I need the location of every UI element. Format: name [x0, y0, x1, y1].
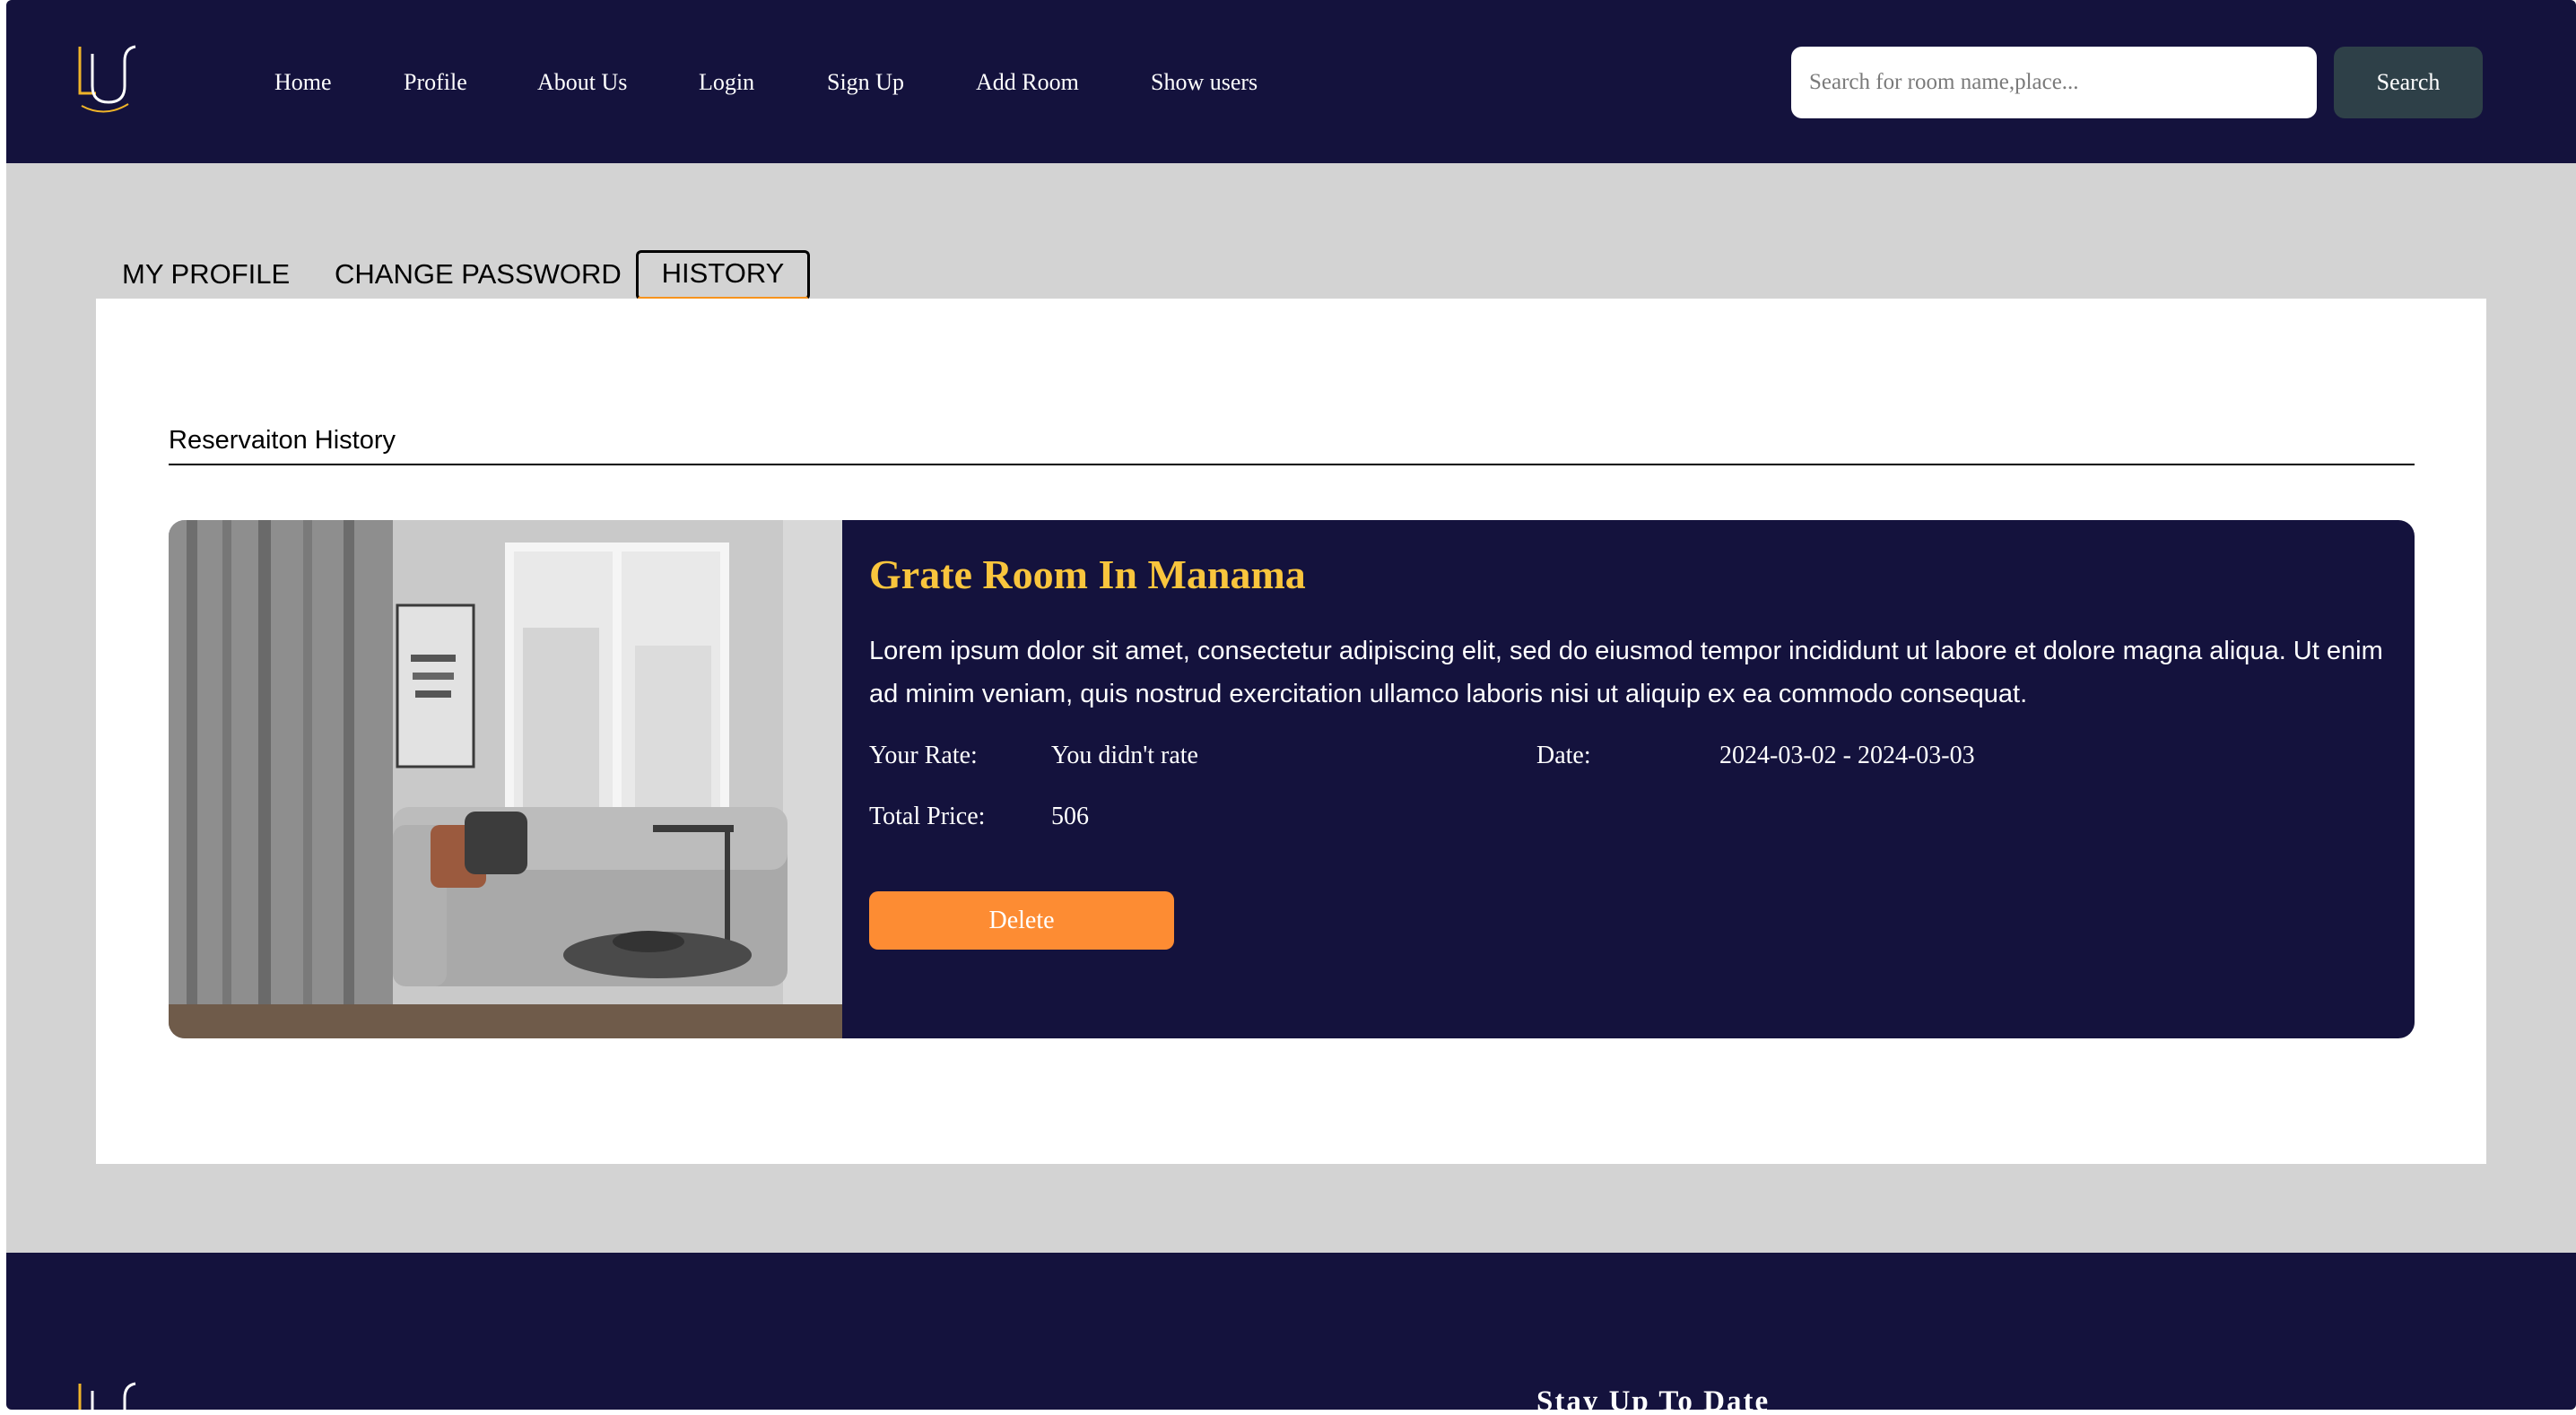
- nav-home[interactable]: Home: [274, 66, 332, 99]
- tab-history[interactable]: HISTORY: [636, 250, 810, 300]
- nav-add-room[interactable]: Add Room: [976, 66, 1079, 99]
- date-label: Date:: [1536, 742, 1591, 769]
- room-name: Grate Room In Manama: [869, 551, 1306, 597]
- room-description: Lorem ipsum dolor sit amet, consectetur …: [869, 637, 2383, 708]
- nav-profile[interactable]: Profile: [404, 66, 467, 99]
- rate-label: Your Rate:: [869, 742, 978, 769]
- room-photo-image: [169, 520, 842, 1038]
- date-value: 2024-03-02 - 2024-03-03: [1719, 742, 1975, 769]
- lu-logo-icon[interactable]: [69, 41, 141, 118]
- delete-button[interactable]: Delete: [869, 891, 1174, 950]
- tab-change-password[interactable]: CHANGE PASSWORD: [335, 251, 622, 298]
- nav-sign-up[interactable]: Sign Up: [827, 66, 904, 99]
- section-divider: [169, 464, 2415, 465]
- total-price-value: 506: [1051, 803, 1089, 830]
- lu-logo-icon[interactable]: [69, 1378, 141, 1410]
- site-footer: Stay Up To Date: [6, 1253, 2576, 1410]
- tab-my-profile[interactable]: MY PROFILE: [122, 251, 290, 298]
- section-title: Reservaiton History: [169, 426, 396, 455]
- app-window: Home Profile About Us Login Sign Up Add …: [6, 0, 2576, 1410]
- nav-login[interactable]: Login: [699, 66, 754, 99]
- reservation-card: Grate Room In Manama Lorem ipsum dolor s…: [169, 520, 2415, 1038]
- history-panel: Reservaiton History Grate Room In Manama…: [96, 299, 2486, 1164]
- search-button[interactable]: Search: [2334, 47, 2483, 118]
- rate-value: You didn't rate: [1051, 742, 1198, 769]
- nav-about-us[interactable]: About Us: [537, 66, 627, 99]
- nav-show-users[interactable]: Show users: [1151, 66, 1258, 99]
- footer-heading: Stay Up To Date: [1536, 1385, 1771, 1410]
- total-price-label: Total Price:: [869, 803, 986, 830]
- search-input[interactable]: [1791, 47, 2317, 118]
- site-header: Home Profile About Us Login Sign Up Add …: [6, 0, 2576, 163]
